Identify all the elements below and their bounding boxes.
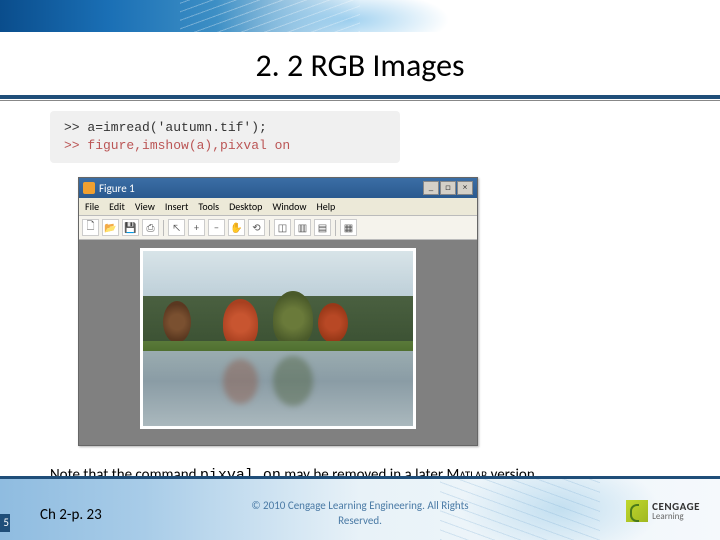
menu-view[interactable]: View (135, 200, 155, 213)
zoom-out-icon[interactable]: − (208, 219, 225, 236)
slide-title: 2. 2 RGB Images (0, 46, 720, 85)
print-icon[interactable]: ⎙ (142, 219, 159, 236)
figure-canvas (79, 240, 477, 445)
datacursor-icon[interactable]: ◫ (274, 219, 291, 236)
close-button[interactable]: × (457, 181, 473, 195)
slide-number-badge: 5 (0, 514, 10, 532)
separator (335, 220, 336, 236)
open-icon[interactable]: 📂 (102, 219, 119, 236)
matlab-figure-window: Figure 1 _ □ × File Edit View Insert Too… (78, 177, 478, 446)
pan-icon[interactable]: ✋ (228, 219, 245, 236)
footer: 5 Ch 2-p. 23 © 2010 Cengage Learning Eng… (0, 476, 720, 540)
menu-file[interactable]: File (85, 200, 99, 213)
top-banner (0, 0, 720, 32)
logo-line2: Learning (652, 512, 700, 521)
menu-insert[interactable]: Insert (165, 200, 189, 213)
figure-titlebar: Figure 1 _ □ × (79, 178, 477, 198)
footer-bg: 5 Ch 2-p. 23 © 2010 Cengage Learning Eng… (0, 479, 720, 540)
colorbar-icon[interactable]: ▥ (294, 219, 311, 236)
figure-menubar: File Edit View Insert Tools Desktop Wind… (79, 198, 477, 216)
axes-icon[interactable]: ▦ (340, 219, 357, 236)
save-icon[interactable]: 💾 (122, 219, 139, 236)
pointer-icon[interactable]: ↖ (168, 219, 185, 236)
menu-window[interactable]: Window (272, 200, 306, 213)
divider (0, 95, 720, 99)
maximize-button[interactable]: □ (440, 181, 456, 195)
menu-desktop[interactable]: Desktop (229, 200, 262, 213)
code-block: >> a=imread('autumn.tif'); >> figure,ims… (50, 111, 400, 163)
autumn-image (143, 251, 413, 426)
figure-title: Figure 1 (99, 182, 135, 195)
copyright: © 2010 Cengage Learning Engineering. All… (230, 499, 490, 528)
menu-tools[interactable]: Tools (198, 200, 219, 213)
menu-help[interactable]: Help (317, 200, 336, 213)
menu-edit[interactable]: Edit (109, 200, 125, 213)
minimize-button[interactable]: _ (423, 181, 439, 195)
code-line: >> figure,imshow(a),pixval on (64, 137, 386, 155)
image-frame (140, 248, 416, 429)
new-icon[interactable]: 🗋 (82, 219, 99, 236)
figure-toolbar: 🗋 📂 💾 ⎙ ↖ + − ✋ ⟲ ◫ ▥ ▤ ▦ (79, 216, 477, 240)
code-line: >> a=imread('autumn.tif'); (64, 119, 386, 137)
separator (163, 220, 164, 236)
cengage-logo-icon (626, 500, 648, 522)
matlab-figure-icon (83, 182, 95, 194)
rotate-icon[interactable]: ⟲ (248, 219, 265, 236)
legend-icon[interactable]: ▤ (314, 219, 331, 236)
content-area: >> a=imread('autumn.tif'); >> figure,ims… (0, 101, 720, 484)
cengage-logo: CENGAGE Learning (626, 500, 700, 522)
zoom-in-icon[interactable]: + (188, 219, 205, 236)
page-reference: Ch 2-p. 23 (40, 506, 102, 524)
separator (269, 220, 270, 236)
